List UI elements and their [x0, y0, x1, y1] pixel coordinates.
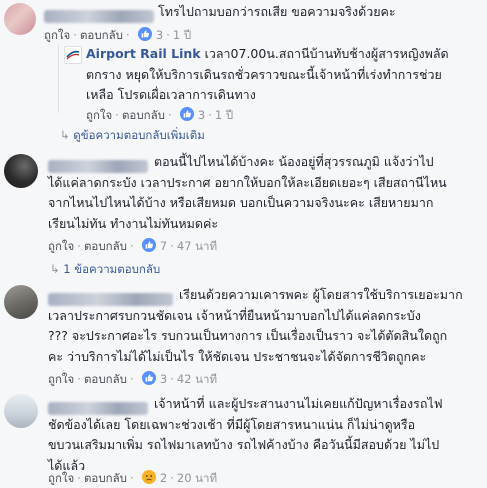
comment-actions: ถูกใจ · ตอบกลับ · 2 · 20 นาที — [48, 470, 218, 487]
comment-text: โทรไปถามบอกว่ารถเสีย ขอความจริงด้วยคะ — [158, 4, 396, 19]
reply-author[interactable]: Airport Rail Link — [86, 46, 201, 61]
reply-link[interactable]: ตอบกลับ — [84, 372, 127, 386]
reply-link[interactable]: ตอบกลับ — [84, 471, 127, 485]
like-link[interactable]: ถูกใจ — [48, 372, 74, 386]
avatar[interactable] — [4, 394, 38, 428]
timestamp[interactable]: 1 ปี — [215, 108, 233, 122]
avatar[interactable] — [4, 285, 38, 319]
like-reaction-icon[interactable] — [142, 238, 157, 255]
more-replies-link[interactable]: ↳ ดูข้อความตอบกลับเพิ่มเติม — [60, 128, 205, 142]
like-link[interactable]: ถูกใจ — [44, 28, 70, 42]
like-reaction-icon[interactable] — [138, 27, 153, 44]
comment-text: ตอนนี้ไปไหนได้บ้างคะ น้องอยู่ที่สุวรรณภู… — [48, 154, 447, 231]
reply-link[interactable]: ตอบกลับ — [122, 108, 165, 122]
reply-link[interactable]: ตอบกลับ — [80, 28, 123, 42]
reply-connector — [58, 45, 59, 113]
comment-text: เจ้าหน้าที่ และผู้ประสานงานไม่เคยแก้ปัญห… — [48, 396, 443, 473]
timestamp[interactable]: 1 ปี — [173, 28, 191, 42]
comment-actions: ถูกใจ · ตอบกลับ · 3 · 1 ปี — [44, 27, 192, 44]
replies-link[interactable]: ↳ 1 ข้อความตอบกลับ — [50, 262, 160, 276]
like-reaction-icon[interactable] — [180, 107, 195, 124]
page-avatar[interactable] — [64, 46, 82, 64]
sad-reaction-icon[interactable] — [142, 470, 157, 487]
like-link[interactable]: ถูกใจ — [86, 108, 112, 122]
comment-actions: ถูกใจ · ตอบกลับ · 7 · 47 นาที — [48, 238, 218, 255]
reply-arrow-icon: ↳ — [50, 262, 60, 276]
reply-link[interactable]: ตอบกลับ — [84, 239, 127, 253]
airport-rail-link-logo — [66, 50, 80, 60]
reply-actions: ถูกใจ · ตอบกลับ · 3 · 1 ปี — [86, 107, 234, 124]
like-reaction-icon[interactable] — [142, 371, 157, 388]
timestamp[interactable]: 20 นาที — [177, 471, 217, 485]
commenter-name[interactable] — [44, 6, 154, 25]
comment-text: เรียนด้วยความเคารพคะ ผู้โดยสารใช้บริการเ… — [48, 287, 463, 364]
timestamp[interactable]: 42 นาที — [177, 372, 217, 386]
reply-arrow-icon: ↳ — [60, 128, 70, 142]
like-link[interactable]: ถูกใจ — [48, 471, 74, 485]
reply-text: Airport Rail Link เวลา07.00น.สถานีบ้านทั… — [86, 46, 449, 102]
avatar[interactable] — [4, 154, 38, 188]
timestamp[interactable]: 47 นาที — [177, 239, 217, 253]
avatar[interactable] — [4, 3, 36, 35]
comment-actions: ถูกใจ · ตอบกลับ · 3 · 42 นาที — [48, 371, 218, 388]
like-link[interactable]: ถูกใจ — [48, 239, 74, 253]
